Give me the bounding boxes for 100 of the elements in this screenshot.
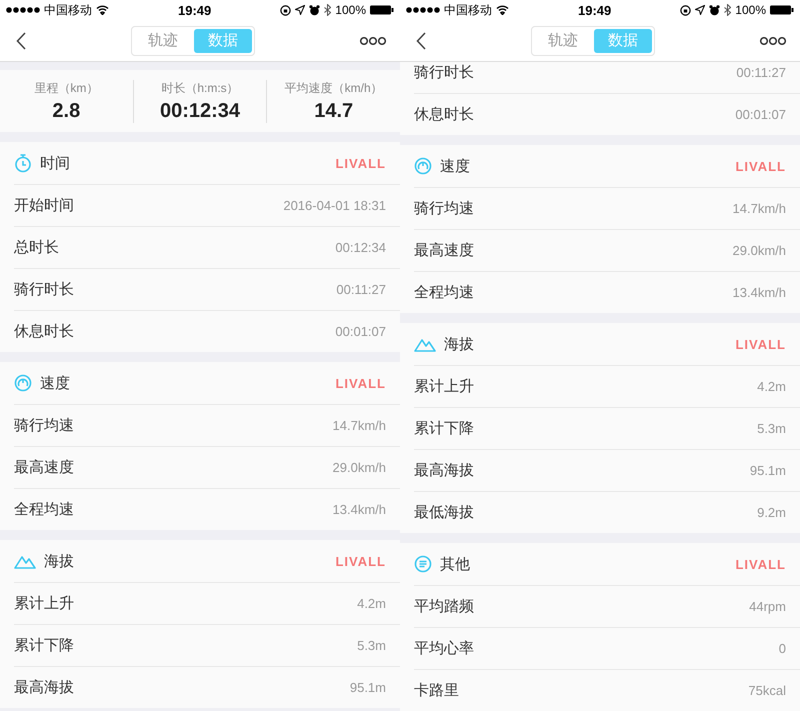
section-title: 海拔 [44,552,74,570]
stopwatch-icon [14,153,32,173]
row-value: 13.4km/h [732,285,786,300]
more-icon [360,36,386,46]
row-label: 卡路里 [414,681,459,700]
row-value: 95.1m [750,463,786,478]
rotation-lock-icon [680,4,692,16]
row-value: 9.2m [757,505,786,520]
row-value: 0 [778,641,786,656]
row-label: 骑行均速 [414,199,474,218]
battery-icon [770,5,794,15]
battery-percent: 100% [335,3,366,17]
signal-icon [406,7,440,13]
list-icon [414,555,432,573]
clock-time: 19:49 [577,2,612,18]
wifi-icon [496,5,509,15]
row-label: 最高海拔 [14,678,74,697]
more-button[interactable] [360,36,386,46]
bluetooth-icon [324,4,332,16]
mountain-icon [414,336,436,352]
section-title: 速度 [440,156,470,176]
wifi-icon [96,5,109,15]
tab[interactable]: 数据 [194,28,252,52]
row-value: 44rpm [749,599,786,614]
row-value: 5.3m [757,421,786,436]
row-value: 13.4km/h [332,502,386,517]
row-label: 休息时长 [414,105,474,124]
brand-logo: LIVALL [335,554,386,568]
row-label: 最高速度 [14,458,74,477]
row-value: 00:11:27 [736,64,786,80]
row-label: 全程均速 [414,283,474,302]
alarm-icon [309,4,320,16]
row-label: 总时长 [14,238,59,257]
section-title: 其他 [440,554,470,574]
more-button[interactable] [760,36,786,46]
brand-logo: LIVALL [735,158,786,174]
row-value: 2016-04-01 18:31 [283,198,386,213]
location-icon [695,5,706,15]
battery-percent: 100% [735,3,766,17]
tab[interactable]: 轨迹 [534,28,592,52]
bluetooth-icon [724,4,732,16]
row-value: 95.1m [350,680,386,695]
stat-value: 00:12:34 [160,100,240,122]
tab[interactable]: 轨迹 [134,28,192,52]
section-title: 时间 [40,154,70,172]
stat-value: 14.7 [314,100,354,122]
row-label: 累计下降 [14,636,74,655]
row-label: 最低海拔 [414,503,474,522]
section-title: 速度 [40,374,70,392]
row-label: 平均踏频 [414,597,474,616]
row-value: 00:01:07 [335,324,386,339]
back-button[interactable] [16,32,26,50]
row-label: 累计下降 [414,419,474,438]
row-label: 平均心率 [414,639,474,658]
row-label: 最高速度 [414,241,474,260]
carrier-name: 中国移动 [444,2,492,18]
row-value: 29.0km/h [732,243,786,258]
clock-time: 19:49 [177,2,212,18]
speedometer-icon [414,157,432,175]
row-value: 14.7km/h [732,201,786,216]
row-value: 4.2m [357,596,386,611]
speedometer-icon [14,374,32,392]
row-label: 骑行均速 [14,416,74,435]
chevron-left-icon [16,32,26,50]
mountain-icon [14,553,36,569]
row-value: 00:01:07 [735,107,786,122]
row-label: 全程均速 [14,500,74,519]
section-title: 海拔 [444,334,474,354]
row-value: 5.3m [357,638,386,653]
carrier-name: 中国移动 [44,2,92,18]
location-icon [295,5,306,15]
row-label: 骑行时长 [414,62,474,82]
alarm-icon [709,4,720,16]
row-label: 开始时间 [14,196,74,215]
stat-label: 平均速度（km/h） [284,80,383,96]
back-button[interactable] [416,32,426,50]
battery-icon [370,5,394,15]
tab[interactable]: 数据 [594,28,652,52]
brand-logo: LIVALL [735,336,786,352]
row-label: 骑行时长 [14,280,74,299]
row-value: 00:11:27 [336,282,386,297]
row-value: 29.0km/h [332,460,386,475]
stat-label: 时长（h:m:s） [161,80,239,96]
stat-label: 里程（km） [34,80,98,96]
row-label: 累计上升 [414,377,474,396]
stat-value: 2.8 [52,100,80,122]
row-value: 75kcal [748,683,786,698]
signal-icon [6,7,40,13]
row-label: 累计上升 [14,594,74,613]
row-value: 4.2m [757,379,786,394]
brand-logo: LIVALL [335,156,386,170]
row-value: 14.7km/h [332,418,386,433]
row-value: 00:12:34 [335,240,386,255]
brand-logo: LIVALL [335,376,386,390]
row-label: 最高海拔 [414,461,474,480]
rotation-lock-icon [280,4,292,16]
brand-logo: LIVALL [735,556,786,572]
more-icon [760,36,786,46]
chevron-left-icon [416,32,426,50]
row-label: 休息时长 [14,322,74,341]
